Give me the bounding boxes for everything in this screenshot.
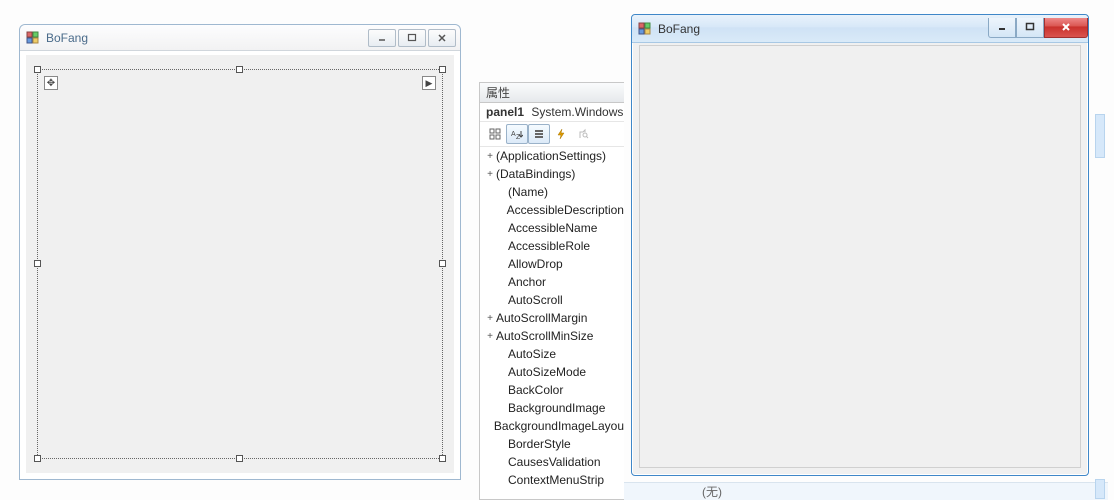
property-row[interactable]: BackgroundImageLayou bbox=[480, 417, 624, 435]
resize-handle-w[interactable] bbox=[34, 260, 41, 267]
resize-handle-s[interactable] bbox=[236, 455, 243, 462]
property-name: BackColor bbox=[508, 383, 563, 397]
move-icon[interactable]: ✥ bbox=[44, 76, 58, 90]
properties-panel: 属性 panel1 System.Windows.F AZ +(Applicat… bbox=[479, 82, 624, 500]
resize-handle-nw[interactable] bbox=[34, 66, 41, 73]
app-icon bbox=[638, 22, 652, 36]
events-button[interactable] bbox=[550, 124, 572, 144]
runtime-client-area[interactable] bbox=[639, 45, 1081, 468]
runtime-max-button[interactable] bbox=[1016, 18, 1044, 38]
runtime-title: BoFang bbox=[658, 22, 988, 36]
properties-footer-strip bbox=[624, 482, 1108, 500]
expand-icon[interactable]: + bbox=[484, 151, 496, 162]
property-name: AutoScrollMargin bbox=[496, 311, 587, 325]
property-name: (Name) bbox=[508, 185, 548, 199]
property-row[interactable]: BackgroundImage bbox=[480, 399, 624, 417]
property-row[interactable]: +AutoScrollMinSize bbox=[480, 327, 624, 345]
dock-edge bbox=[1095, 479, 1105, 499]
smart-tag-icon[interactable]: ▶ bbox=[422, 76, 436, 90]
property-row[interactable]: AutoSize bbox=[480, 345, 624, 363]
property-name: ContextMenuStrip bbox=[508, 473, 604, 487]
properties-object-selector[interactable]: panel1 System.Windows.F bbox=[480, 103, 624, 121]
designer-client-area[interactable]: ✥ ▶ bbox=[26, 55, 454, 473]
property-row[interactable]: BorderStyle bbox=[480, 435, 624, 453]
property-name: AccessibleRole bbox=[508, 239, 590, 253]
property-name: CausesValidation bbox=[508, 455, 601, 469]
property-name: AllowDrop bbox=[508, 257, 563, 271]
property-name: (ApplicationSettings) bbox=[496, 149, 606, 163]
properties-toolbar: AZ bbox=[480, 121, 624, 147]
property-name: AccessibleName bbox=[508, 221, 597, 235]
dock-edge bbox=[1095, 114, 1105, 158]
properties-value-none: (无) bbox=[702, 483, 722, 500]
runtime-titlebar[interactable]: BoFang bbox=[632, 15, 1088, 43]
property-name: AutoSize bbox=[508, 347, 556, 361]
expand-icon[interactable]: + bbox=[484, 331, 496, 342]
designer-close-button[interactable] bbox=[428, 29, 456, 47]
property-name: AutoSizeMode bbox=[508, 365, 586, 379]
property-row[interactable]: +AutoScrollMargin bbox=[480, 309, 624, 327]
property-name: Anchor bbox=[508, 275, 546, 289]
property-row[interactable]: AccessibleName bbox=[480, 219, 624, 237]
properties-object-type: System.Windows.F bbox=[531, 105, 624, 119]
resize-handle-sw[interactable] bbox=[34, 455, 41, 462]
property-row[interactable]: AllowDrop bbox=[480, 255, 624, 273]
properties-object-name: panel1 bbox=[486, 105, 524, 119]
property-row[interactable]: BackColor bbox=[480, 381, 624, 399]
property-row[interactable]: CausesValidation bbox=[480, 453, 624, 471]
resize-handle-n[interactable] bbox=[236, 66, 243, 73]
svg-text:Z: Z bbox=[516, 134, 521, 140]
categorized-button[interactable] bbox=[484, 124, 506, 144]
property-row[interactable]: (Name) bbox=[480, 183, 624, 201]
property-row[interactable]: AccessibleDescription bbox=[480, 201, 624, 219]
property-name: AccessibleDescription bbox=[507, 203, 624, 217]
property-name: BackgroundImageLayou bbox=[494, 419, 624, 433]
selected-panel[interactable]: ✥ ▶ bbox=[37, 69, 443, 459]
runtime-window: BoFang bbox=[631, 14, 1089, 476]
resize-handle-ne[interactable] bbox=[439, 66, 446, 73]
property-row[interactable]: +(ApplicationSettings) bbox=[480, 147, 624, 165]
property-row[interactable]: ContextMenuStrip bbox=[480, 471, 624, 489]
property-row[interactable]: AutoSizeMode bbox=[480, 363, 624, 381]
properties-header[interactable]: 属性 bbox=[480, 83, 624, 103]
property-row[interactable]: AccessibleRole bbox=[480, 237, 624, 255]
expand-icon[interactable]: + bbox=[484, 313, 496, 324]
property-name: AutoScrollMinSize bbox=[496, 329, 593, 343]
property-row[interactable]: AutoScroll bbox=[480, 291, 624, 309]
property-name: BackgroundImage bbox=[508, 401, 605, 415]
properties-list[interactable]: +(ApplicationSettings)+(DataBindings)(Na… bbox=[480, 147, 624, 489]
property-pages-button bbox=[572, 124, 594, 144]
property-row[interactable]: Anchor bbox=[480, 273, 624, 291]
expand-icon[interactable]: + bbox=[484, 169, 496, 180]
property-name: BorderStyle bbox=[508, 437, 571, 451]
resize-handle-se[interactable] bbox=[439, 455, 446, 462]
app-icon bbox=[26, 31, 40, 45]
runtime-close-button[interactable] bbox=[1044, 18, 1088, 38]
runtime-min-button[interactable] bbox=[988, 18, 1016, 38]
designer-window: BoFang ✥ ▶ bbox=[19, 24, 461, 480]
property-row[interactable]: +(DataBindings) bbox=[480, 165, 624, 183]
property-name: AutoScroll bbox=[508, 293, 563, 307]
designer-titlebar[interactable]: BoFang bbox=[20, 25, 460, 51]
designer-min-button[interactable] bbox=[368, 29, 396, 47]
resize-handle-e[interactable] bbox=[439, 260, 446, 267]
designer-max-button[interactable] bbox=[398, 29, 426, 47]
designer-title: BoFang bbox=[46, 31, 368, 45]
alphabetical-button[interactable]: AZ bbox=[506, 124, 528, 144]
properties-button[interactable] bbox=[528, 124, 550, 144]
property-name: (DataBindings) bbox=[496, 167, 575, 181]
